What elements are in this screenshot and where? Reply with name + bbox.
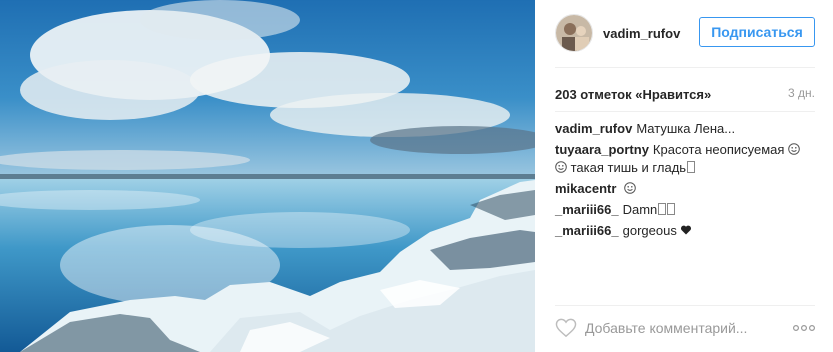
comment-item: tuyaara_portny Красота неописуемая такая … <box>555 141 815 177</box>
comment-item: mikacentr <box>555 180 815 198</box>
header-divider <box>555 67 815 68</box>
heart-icon[interactable] <box>555 318 577 338</box>
comment-username[interactable]: vadim_rufov <box>555 121 632 136</box>
post-timestamp[interactable]: 3 дн. <box>788 86 815 100</box>
comment-username[interactable]: _mariii66_ <box>555 202 619 217</box>
landscape-image <box>0 0 535 352</box>
comment-item: vadim_rufov Матушка Лена... <box>555 120 815 138</box>
post-author-username[interactable]: vadim_rufov <box>603 26 680 41</box>
comment-username[interactable]: mikacentr <box>555 181 616 196</box>
likes-count[interactable]: 203 отметок «Нравится» <box>555 87 711 102</box>
missing-glyph-icon <box>687 161 696 173</box>
post-sidebar: vadim_rufov Подписаться 203 отметок «Нра… <box>535 0 833 352</box>
comment-text: Damn <box>622 202 658 217</box>
missing-glyph-icon <box>667 203 676 215</box>
likes-row: 203 отметок «Нравится» 3 дн. <box>555 85 815 103</box>
emoji-smile-icon <box>624 182 636 194</box>
emoji-smile-icon <box>555 161 567 173</box>
follow-button[interactable]: Подписаться <box>699 17 815 47</box>
post-header: vadim_rufov Подписаться <box>555 12 815 54</box>
avatar-photo-icon <box>556 15 592 51</box>
comments-divider <box>555 305 815 306</box>
emoji-smile-icon <box>788 143 800 155</box>
post-card: vadim_rufov Подписаться 203 отметок «Нра… <box>0 0 833 352</box>
more-options-icon[interactable] <box>793 322 815 334</box>
comment-username[interactable]: _mariii66_ <box>555 223 619 238</box>
comment-item: _mariii66_ Damn <box>555 201 815 219</box>
comment-username[interactable]: tuyaara_portny <box>555 142 649 157</box>
comment-text: Красота неописуемая <box>652 142 785 157</box>
add-comment-row <box>555 316 815 340</box>
comment-item: _mariii66_ gorgeous <box>555 222 815 240</box>
comment-text: Матушка Лена... <box>636 121 736 136</box>
comment-text: gorgeous <box>622 223 677 238</box>
likes-divider <box>555 111 815 112</box>
comments-list: vadim_rufov Матушка Лена... tuyaara_portn… <box>555 120 815 243</box>
post-photo[interactable] <box>0 0 535 352</box>
comment-text-continued: такая тишь и гладь <box>570 160 687 175</box>
avatar[interactable] <box>555 14 593 52</box>
add-comment-input[interactable] <box>585 320 775 336</box>
black-heart-icon <box>681 225 692 235</box>
missing-glyph-icon <box>658 203 667 215</box>
